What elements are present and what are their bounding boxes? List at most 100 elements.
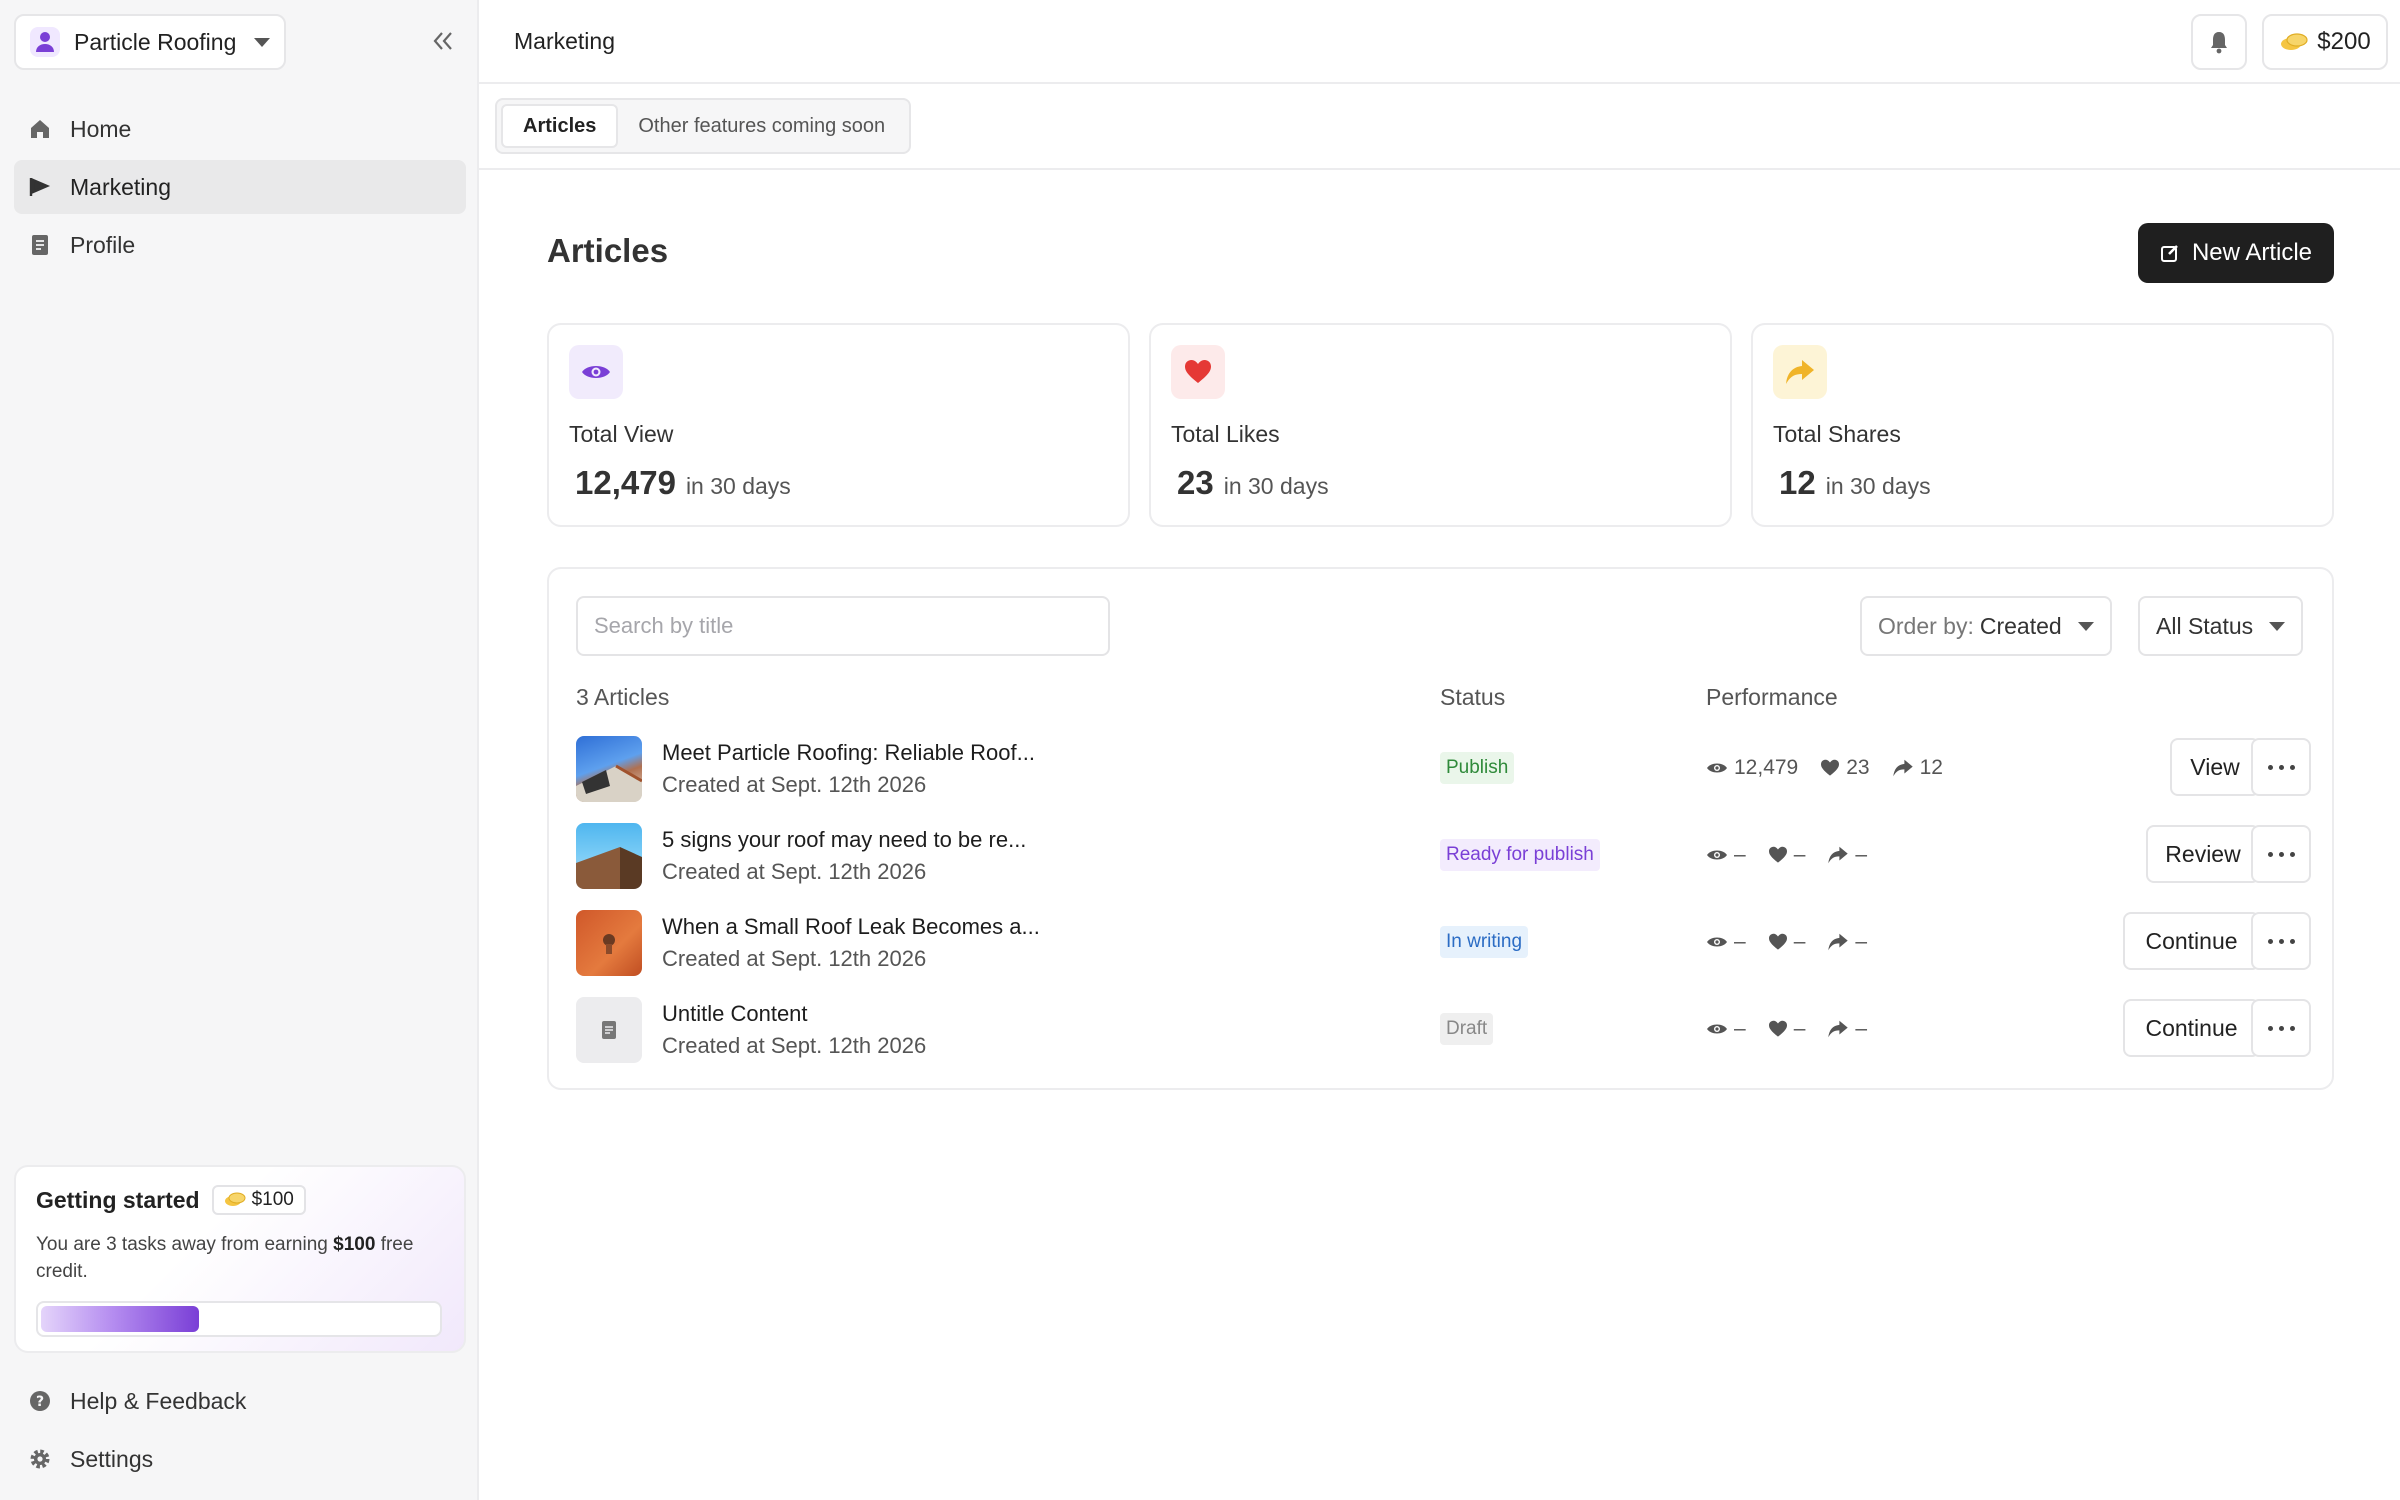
search-input[interactable] [576,596,1110,656]
performance-metrics: – – – [1706,839,1889,871]
article-title[interactable]: Meet Particle Roofing: Reliable Roof... [662,740,1035,766]
tab-articles[interactable]: Articles [501,104,619,148]
article-title[interactable]: 5 signs your roof may need to be re... [662,827,1026,853]
eye-icon [1706,761,1728,775]
table-row[interactable]: When a Small Roof Leak Becomes a... Crea… [576,910,2311,980]
settings-label: Settings [70,1445,154,1472]
stat-value: 23 [1177,464,1214,501]
table-row[interactable]: Meet Particle Roofing: Reliable Roof... … [576,736,2311,806]
stat-period: in 30 days [685,473,791,499]
article-thumbnail [576,823,642,889]
status-badge: Publish [1440,752,1515,784]
more-options-button[interactable] [2251,738,2311,796]
order-by-select[interactable]: Order by: Created [1860,596,2112,656]
likes-count: – [1793,1017,1806,1040]
stat-card-views: Total View 12,479 in 30 days [547,323,1130,527]
performance-metrics: – – – [1706,1013,1889,1045]
share-icon [1827,846,1849,864]
order-by-value: Created [1979,612,2062,639]
more-options-button[interactable] [2251,825,2311,883]
sidebar-item-label: Profile [70,231,136,258]
new-article-button[interactable]: New Article [2138,223,2334,283]
sidebar-item-profile[interactable]: Profile [14,218,466,272]
help-label: Help & Feedback [70,1387,247,1414]
view-button[interactable]: View [2170,738,2260,796]
bell-icon [2211,32,2227,54]
getting-started-card[interactable]: Getting started $100 You are 3 tasks awa… [14,1165,466,1353]
notifications-button[interactable] [2191,14,2247,70]
megaphone-icon [28,175,52,199]
progress-fill [41,1306,200,1332]
progress-bar [36,1301,442,1337]
more-icon [2267,764,2295,770]
document-icon [602,1021,616,1039]
table-row[interactable]: 5 signs your roof may need to be re... C… [576,823,2311,893]
share-icon [1827,1020,1849,1038]
stat-label: Total View [569,421,674,447]
shares-count: – [1855,843,1868,866]
share-icon [1827,933,1849,951]
tab-other-features[interactable]: Other features coming soon [618,104,905,148]
article-title[interactable]: Untitle Content [662,1001,808,1027]
shares-count: – [1855,1017,1868,1040]
performance-metrics: – – – [1706,926,1889,958]
collapse-sidebar-button[interactable] [428,26,458,56]
status-filter-select[interactable]: All Status [2138,596,2304,656]
sidebar-nav: Home Marketing Profile [14,102,466,276]
double-chevron-left-icon [433,32,452,50]
shares-count: 12 [1919,756,1943,779]
sidebar-item-label: Marketing [70,173,171,200]
article-created: Created at Sept. 12th 2026 [662,946,927,971]
page-title: Articles [547,232,669,269]
views-count: – [1734,843,1746,866]
help-icon: ? [28,1389,52,1413]
sidebar-item-marketing[interactable]: Marketing [14,160,466,214]
article-created: Created at Sept. 12th 2026 [662,859,927,884]
sidebar-bottom-nav: ? Help & Feedback Settings [14,1372,466,1488]
coins-icon [2279,32,2309,52]
status-filter-value: All Status [2156,612,2254,639]
svg-text:?: ? [36,1394,44,1410]
review-button[interactable]: Review [2146,825,2260,883]
status-badge: Draft [1440,1013,1494,1045]
workspace-switcher[interactable]: Particle Roofing [14,14,286,70]
shares-count: – [1855,930,1868,953]
heart-icon [1768,933,1788,951]
heart-icon [1768,1020,1788,1038]
article-created: Created at Sept. 12th 2026 [662,1033,927,1058]
stat-period: in 30 days [1825,473,1931,499]
coins-icon [224,1192,246,1208]
table-row[interactable]: Untitle Content Created at Sept. 12th 20… [576,997,2311,1067]
document-icon [28,233,52,257]
sidebar: Particle Roofing Home Marketing Profile … [0,0,479,1500]
credit-balance-button[interactable]: $200 [2262,14,2388,70]
getting-started-title: Getting started [36,1186,200,1213]
sidebar-item-label: Home [70,115,132,142]
performance-metrics: 12,479 23 12 [1706,752,1965,784]
settings-link[interactable]: Settings [14,1430,466,1488]
help-feedback-link[interactable]: ? Help & Feedback [14,1372,466,1430]
gear-icon [28,1447,52,1471]
more-icon [2267,938,2295,944]
continue-button[interactable]: Continue [2123,912,2260,970]
articles-count: 3 Articles [576,684,670,710]
article-title[interactable]: When a Small Roof Leak Becomes a... [662,914,1040,940]
views-count: 12,479 [1734,756,1799,779]
top-bar: Marketing [479,0,2400,84]
article-thumbnail [576,736,642,802]
eye-icon [1706,848,1728,862]
more-options-button[interactable] [2251,999,2311,1057]
home-icon [28,117,52,141]
more-icon [2267,1025,2295,1031]
stat-period: in 30 days [1223,473,1329,499]
getting-started-text: You are 3 tasks away from earning $100 f… [36,1234,414,1282]
article-created: Created at Sept. 12th 2026 [662,772,927,797]
share-icon [1892,759,1914,777]
likes-count: 23 [1846,756,1870,779]
likes-count: – [1793,930,1806,953]
sidebar-item-home[interactable]: Home [14,102,466,156]
stat-label: Total Shares [1773,421,1901,447]
continue-button[interactable]: Continue [2123,999,2260,1057]
new-article-label: New Article [2191,239,2313,266]
more-options-button[interactable] [2251,912,2311,970]
